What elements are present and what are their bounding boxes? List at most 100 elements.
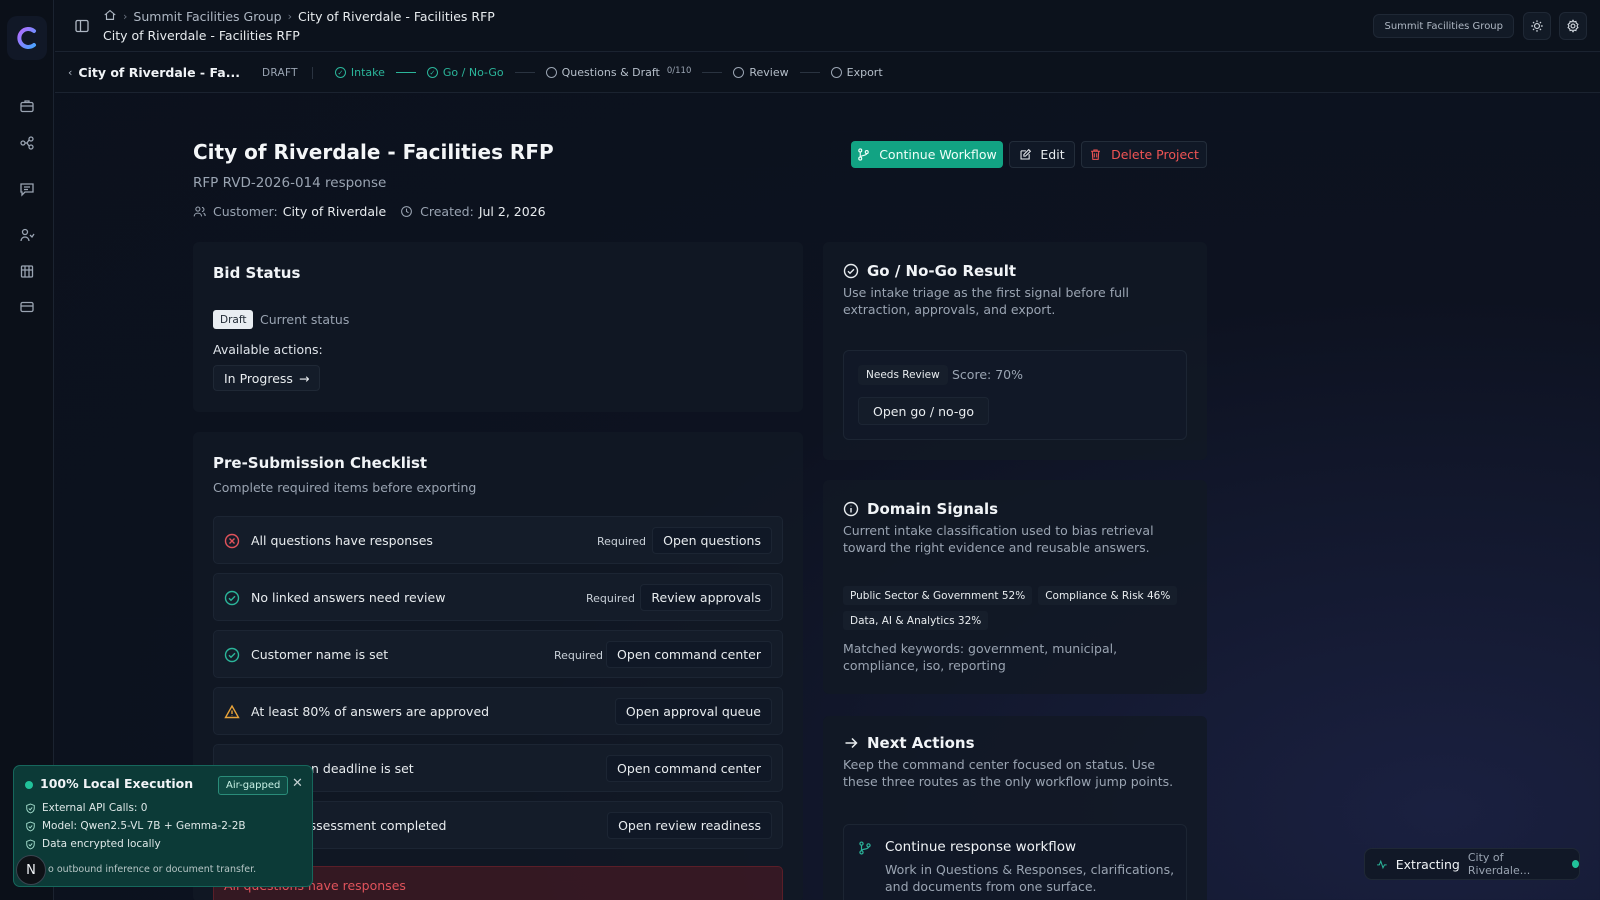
stepbar-project-title[interactable]: City of Riverdale - Fa... [78,65,240,80]
local-exec-line-text: Data encrypted locally [42,838,161,850]
arrow-right-icon: → [298,370,310,386]
local-exec-line: Data encrypted locally [25,838,161,850]
theme-toggle-button[interactable] [1523,12,1551,40]
next-actions-desc: Keep the command center focused on statu… [843,757,1174,789]
in-progress-button[interactable]: In Progress → [213,365,321,391]
step-questions-draft[interactable]: Questions & Draft 0/110 [545,65,692,79]
circle-icon [830,67,842,78]
checklist-row: No linked answers need review Required R… [213,573,783,621]
breadcrumb: › Summit Facilities Group › City of Rive… [103,8,495,25]
card-icon[interactable] [19,299,35,315]
shield-check-icon [26,839,35,849]
customer-label: Customer: [213,204,278,219]
branch-icon [859,841,871,855]
home-icon[interactable] [103,8,117,25]
warning-icon [224,704,240,719]
page-subtitle: City of Riverdale - Facilities RFP [103,28,300,43]
step-review[interactable]: Review [733,66,789,79]
step-go-no-go[interactable]: ✓ Go / No-Go [426,66,504,79]
edit-button[interactable]: Edit [1009,141,1075,168]
branch-icon [858,148,869,161]
chat-icon[interactable] [19,181,35,197]
continue-response-workflow-item[interactable]: Continue response workflow Work in Quest… [843,824,1187,900]
step-label: Review [749,66,789,79]
bid-status-card: Bid Status Draft Current status Availabl… [193,242,803,412]
close-icon[interactable]: ✕ [292,776,303,791]
arrow-right-icon [845,737,858,749]
shield-check-icon [26,803,35,813]
matched-keywords: Matched keywords: government, municipal,… [843,641,1118,673]
open-go-no-go-button[interactable]: Open go / no-go [858,397,989,425]
created-label: Created: [420,204,474,219]
stepbar-status: DRAFT [262,66,313,79]
status-dot [25,781,33,789]
checklist-text: n deadline is set [311,761,414,776]
required-badge: Required [586,592,635,605]
review-approvals-button[interactable]: Review approvals [640,584,772,611]
next-action-title: Continue response workflow [885,839,1077,855]
status-badge: Draft [213,310,254,329]
settings-button[interactable] [1559,12,1587,40]
step-intake[interactable]: ✓ Intake [334,66,385,79]
briefcase-icon[interactable] [19,98,35,114]
open-command-center-button[interactable]: Open command center [606,641,772,668]
checklist-text: At least 80% of answers are approved [251,704,490,719]
open-approval-queue-button[interactable]: Open approval queue [614,698,772,725]
workflow-icon[interactable] [19,135,35,151]
local-exec-line: External API Calls: 0 [25,802,147,814]
local-exec-line-text: External API Calls: 0 [42,802,148,814]
extracting-label: Extracting [1395,856,1460,872]
go-no-go-card: Go / No-Go Result Use intake triage as t… [823,242,1207,460]
domain-signals-header: Domain Signals [843,500,998,518]
checklist-text: assessment completed [302,818,447,833]
available-actions-label: Available actions: [213,342,323,357]
breadcrumb-current: City of Riverdale - Facilities RFP [297,9,495,24]
back-chevron-icon[interactable]: ‹ [68,66,72,79]
local-exec-line-text: Model: Qwen2.5-VL 7B + Gemma-2-2B [42,820,246,832]
library-icon[interactable] [19,263,35,279]
checklist-desc: Complete required items before exporting [213,480,477,495]
org-switcher[interactable]: Summit Facilities Group [1373,14,1514,38]
extracting-status[interactable]: Extracting City of Riverdale... [1364,848,1580,880]
project-meta: Customer: City of Riverdale Created: Jul… [193,204,560,219]
panel-toggle-icon[interactable] [74,18,90,34]
delete-project-button[interactable]: Delete Project [1081,141,1207,168]
step-count: 0/110 [666,65,692,76]
domain-signals-card: Domain Signals Current intake classifica… [823,480,1207,694]
step-export[interactable]: Export [830,66,883,79]
info-icon [843,501,859,517]
step-connector [702,72,723,73]
status-dot [1571,860,1579,868]
breadcrumb-org[interactable]: Summit Facilities Group [133,9,281,24]
in-progress-label: In Progress [224,370,293,386]
step-label: Export [846,66,883,79]
checklist-text: All questions have responses [251,533,433,548]
next-actions-card: Next Actions Keep the command center foc… [823,716,1207,900]
continue-workflow-button[interactable]: Continue Workflow [851,141,1003,168]
step-label: Intake [350,66,385,79]
gear-icon [1567,19,1579,33]
avatar[interactable]: N [16,855,46,885]
x-circle-icon [224,533,240,549]
edit-label: Edit [1040,147,1065,162]
domain-tag: Compliance & Risk 46% [1038,586,1178,605]
open-command-center-button[interactable]: Open command center [606,755,772,782]
shield-check-icon [26,821,35,831]
app-logo[interactable] [7,16,47,60]
required-badge: Required [597,535,646,548]
next-action-desc: Work in Questions & Responses, clarifica… [885,862,1175,894]
needs-review-badge: Needs Review [858,365,948,385]
users-icon[interactable] [19,227,35,243]
check-circle-icon [224,590,240,606]
current-status-label: Current status [260,312,350,327]
step-connector [395,72,416,73]
domain-tag: Public Sector & Government 52% [843,586,1033,605]
open-review-readiness-button[interactable]: Open review readiness [607,812,772,839]
circle-icon [545,67,557,78]
checklist-row: All questions have responses Required Op… [213,516,783,564]
domain-signals-title: Domain Signals [867,500,999,518]
open-questions-button[interactable]: Open questions [652,527,772,554]
trash-icon [1091,149,1101,160]
air-gapped-badge: Air-gapped [218,776,289,795]
chevron-right-icon: › [123,10,128,23]
